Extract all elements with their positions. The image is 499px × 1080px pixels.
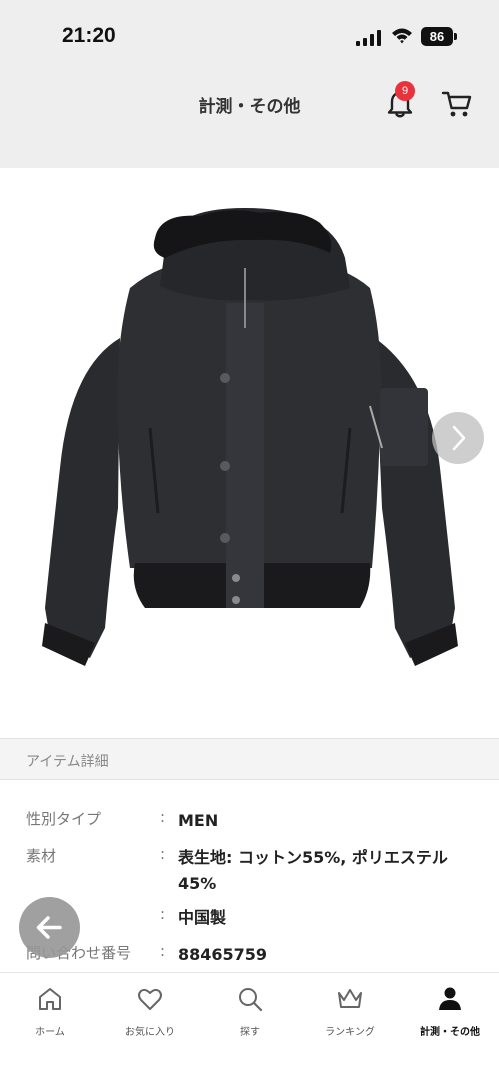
nav-item-home[interactable]: ホーム [0, 981, 100, 1051]
detail-label: 性別タイプ [26, 810, 102, 828]
detail-colon: : [160, 808, 166, 826]
item-details-section-header: アイテム詳細 [0, 738, 499, 780]
product-image-carousel[interactable] [0, 168, 499, 738]
battery-indicator: 86 [421, 27, 453, 46]
app-header: 計測・その他 9 [0, 68, 499, 168]
nav-item-search[interactable]: 探す [200, 981, 300, 1051]
cellular-signal-icon [356, 30, 381, 46]
back-arrow-icon[interactable] [19, 897, 80, 958]
section-title: アイテム詳細 [26, 754, 109, 770]
detail-label: 素材 [26, 847, 57, 865]
wifi-icon [392, 28, 412, 44]
cart-icon[interactable] [441, 88, 473, 120]
status-bar: 21:20 86 [0, 0, 499, 68]
nav-label: 計測・その他 [420, 1027, 480, 1038]
page-title: 計測・その他 [198, 97, 301, 117]
nav-item-favorites[interactable]: お気に入り [100, 981, 200, 1051]
nav-label: 探す [240, 1027, 260, 1038]
detail-colon: : [160, 905, 166, 923]
search-icon [239, 988, 263, 1012]
nav-label: お気に入り [125, 1027, 175, 1038]
nav-label: ランキング [325, 1027, 375, 1038]
nav-label: ホーム [35, 1027, 65, 1038]
detail-value: 中国製 [178, 908, 227, 927]
bomber-jacket-image [42, 208, 458, 666]
bottom-navigation: ホーム お気に入り 探す ランキング 計測・その他 [0, 972, 499, 1080]
status-time: 21:20 [62, 24, 116, 47]
detail-value: 88465759 [178, 945, 268, 964]
person-icon [439, 987, 461, 1010]
nav-item-measure-other[interactable]: 計測・その他 [400, 981, 499, 1051]
nav-item-ranking[interactable]: ランキング [300, 981, 400, 1051]
detail-value: 表生地: コットン55%, ポリエステル45% [178, 848, 448, 893]
chevron-right-icon[interactable] [432, 412, 484, 464]
detail-colon: : [160, 942, 166, 960]
detail-value: MEN [178, 811, 219, 830]
heart-icon [138, 988, 162, 1010]
battery-tip [454, 33, 457, 40]
crown-icon [338, 989, 362, 1008]
home-icon [39, 988, 61, 1010]
detail-colon: : [160, 845, 166, 863]
notification-badge: 9 [395, 81, 415, 101]
